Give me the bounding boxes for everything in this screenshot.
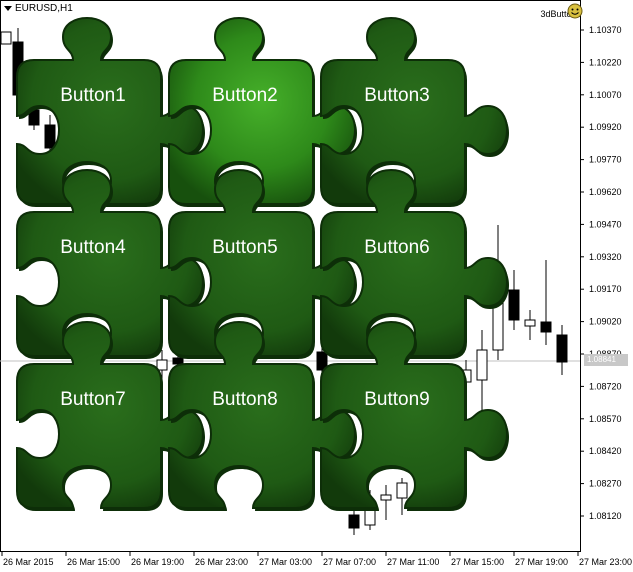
smiley-icon[interactable] [567,3,583,19]
candle-body [156,359,168,371]
price-tick-label: 1.09620 [589,187,622,197]
candle-body [508,289,520,321]
price-tick-label: 1.08720 [589,381,622,391]
price-tick-label: 1.08270 [589,479,622,489]
button-4-label: Button4 [60,237,126,258]
price-tick-label: 1.09170 [589,284,622,294]
candle-body [348,514,360,529]
candle-body [540,321,552,333]
price-tick-label: 1.09470 [589,219,622,229]
chart-canvas: 1.10370 1.10220 1.10070 1.09920 1.09770 1.096… [0,0,633,572]
time-tick-label: 26 Mar 19:00 [131,557,184,567]
candle-body [44,124,56,149]
time-tick-label: 27 Mar 15:00 [451,557,504,567]
button-8-label: Button8 [212,389,278,410]
price-tick-label: 1.10070 [589,90,622,100]
button-9-label: Button9 [364,389,430,410]
symbol-timeframe-label: EURUSD,H1 [15,3,73,14]
price-tick-label: 1.08120 [589,511,622,521]
candle-body [556,334,568,363]
price-tick-label: 1.09320 [589,252,622,262]
current-price-badge: 1.08841 [584,354,628,366]
price-tick-label: 1.09020 [589,317,622,327]
time-tick-label: 27 Mar 23:00 [579,557,632,567]
time-tick-label: 27 Mar 07:00 [323,557,376,567]
candle-body [172,357,184,365]
candle-body [396,482,408,499]
time-tick-label: 26 Mar 2015 [3,557,54,567]
button-3-label: Button3 [364,85,430,106]
price-tick-label: 1.10370 [589,25,622,35]
time-tick-label: 26 Mar 15:00 [67,557,120,567]
time-tick-label: 26 Mar 23:00 [195,557,248,567]
button-5-label: Button5 [212,237,278,258]
time-tick-label: 27 Mar 19:00 [515,557,568,567]
button-2-label: Button2 [212,85,278,106]
candle-body [524,319,536,327]
price-tick-label: 1.09770 [589,155,622,165]
price-tick-label: 1.09920 [589,122,622,132]
button-7-label: Button7 [60,389,126,410]
price-tick-label: 1.08570 [589,414,622,424]
puzzle-buttons[interactable]: Button1 Button2 Button3 Button4 Button5 Butto… [16,17,509,511]
price-tick-label: 1.08420 [589,446,622,456]
button-6-label: Button6 [364,237,430,258]
time-tick-label: 27 Mar 11:00 [387,557,439,567]
button-1-label: Button1 [60,85,126,106]
candle-body [476,349,488,381]
candle-body [380,494,392,501]
time-tick-label: 27 Mar 03:00 [259,557,312,567]
chart-menu-arrow-icon[interactable] [4,6,12,11]
candle-body [0,31,12,45]
price-tick-label: 1.10220 [589,57,622,67]
